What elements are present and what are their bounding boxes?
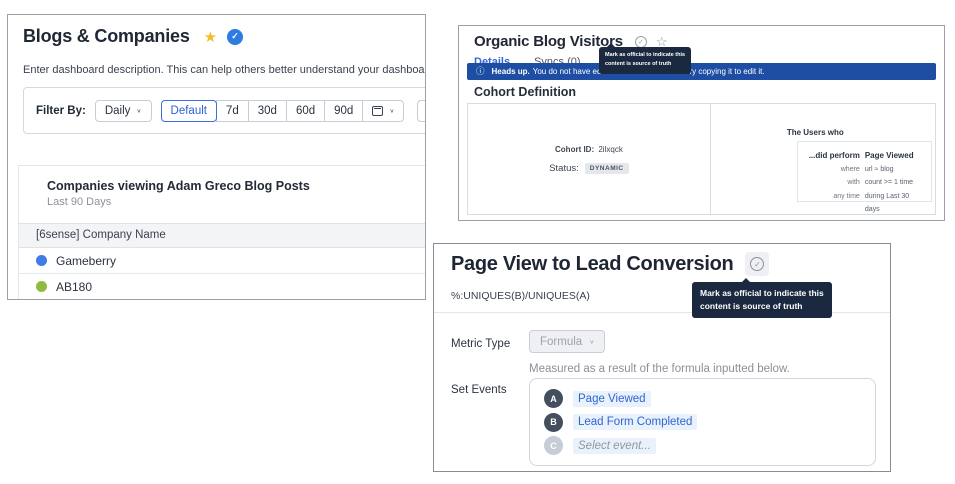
set-events-box: A Page Viewed B Lead Form Completed C Se… xyxy=(529,378,876,466)
cohort-panel: Organic Blog Visitors ✓ ☆ Details Syncs … xyxy=(458,25,945,221)
cohort-definition-box: Cohort ID: 2ilxqck Status: DYNAMIC The U… xyxy=(467,103,936,215)
users-who-label: The Users who xyxy=(787,128,844,137)
rule-label: with xyxy=(804,176,860,189)
official-tooltip: Mark as official to indicate this conten… xyxy=(692,282,832,318)
dashboard-panel: Blogs & Companies ★ ✓ Enter dashboard de… xyxy=(7,14,426,300)
tooltip-line: content is source of truth xyxy=(700,300,824,313)
interval-dropdown-value: Daily xyxy=(105,105,131,117)
event-row-c[interactable]: C Select event... xyxy=(544,436,861,455)
chevron-down-icon: ∨ xyxy=(389,107,394,113)
table-column-header: [6sense] Company Name xyxy=(19,223,425,248)
official-tooltip: Mark as official to indicate this conten… xyxy=(599,47,691,74)
chevron-down-icon: ∨ xyxy=(136,107,141,113)
event-row-a[interactable]: A Page Viewed xyxy=(544,389,861,408)
segment-30d[interactable]: 30d xyxy=(248,100,287,122)
dashboard-description[interactable]: Enter dashboard description. This can he… xyxy=(23,64,426,76)
metric-formula: %:UNIQUES(B)/UNIQUES(A) xyxy=(451,290,590,302)
event-label[interactable]: Page Viewed xyxy=(573,391,651,407)
rule-value: during Last 30 days xyxy=(865,190,925,217)
mark-official-icon[interactable]: ✓ xyxy=(635,36,647,48)
custom-date-button[interactable]: ∨ xyxy=(362,100,404,122)
rule-value: url ≈ blog xyxy=(865,163,925,176)
metric-panel: Page View to Lead Conversion ✓ %:UNIQUES… xyxy=(433,243,891,472)
event-badge-c: C xyxy=(544,436,563,455)
chevron-down-icon: ∨ xyxy=(589,338,594,344)
company-name: Gameberry xyxy=(56,254,116,268)
interval-dropdown[interactable]: Daily ∨ xyxy=(95,100,152,122)
cohort-id-label: Cohort ID: xyxy=(555,145,594,154)
tooltip-line: Mark as official to indicate this xyxy=(605,51,685,60)
rule-label: any time xyxy=(804,190,860,217)
segment-default[interactable]: Default xyxy=(161,100,217,122)
chart-title: Companies viewing Adam Greco Blog Posts xyxy=(47,179,425,193)
cohort-rule-area: The Users who ...did perform Page Viewed… xyxy=(711,104,935,214)
calendar-icon xyxy=(372,106,383,116)
rules-box: ...did perform Page Viewed where url ≈ b… xyxy=(797,141,932,202)
metric-type-label: Metric Type xyxy=(451,338,510,350)
rule-line: any time during Last 30 days xyxy=(804,190,925,217)
filter-by-label: Filter By: xyxy=(36,105,86,117)
rule-value: count >= 1 time xyxy=(865,176,925,189)
chart-subtitle: Last 90 Days xyxy=(47,196,425,208)
set-events-label: Set Events xyxy=(451,384,507,396)
rule-label: ...did perform xyxy=(804,148,860,163)
dashboard-title: Blogs & Companies xyxy=(23,26,190,47)
dashboard-title-row: Blogs & Companies ★ ✓ xyxy=(23,26,243,47)
companies-chart-card: Companies viewing Adam Greco Blog Posts … xyxy=(18,165,426,300)
metric-title-row: Page View to Lead Conversion ✓ xyxy=(451,252,769,276)
event-select-placeholder[interactable]: Select event... xyxy=(573,438,656,454)
rule-line: ...did perform Page Viewed xyxy=(804,148,925,163)
rule-line: where url ≈ blog xyxy=(804,163,925,176)
filter-bar: Filter By: Daily ∨ Default 7d 30d 60d 90… xyxy=(23,87,426,134)
metric-type-help: Measured as a result of the formula inpu… xyxy=(529,363,790,375)
segment-7d[interactable]: 7d xyxy=(216,100,249,122)
cohort-definition-heading: Cohort Definition xyxy=(474,85,576,99)
rule-value: Page Viewed xyxy=(865,148,925,163)
segment-90d[interactable]: 90d xyxy=(324,100,363,122)
series-dot-icon xyxy=(36,281,47,292)
status-row: Status: DYNAMIC xyxy=(549,163,628,174)
tooltip-line: Mark as official to indicate this xyxy=(700,287,824,300)
event-badge-b: B xyxy=(544,413,563,432)
cohort-id-line: Cohort ID: 2ilxqck xyxy=(555,145,623,154)
official-check-badge[interactable]: ✓ xyxy=(227,29,243,45)
cohort-id-value: 2ilxqck xyxy=(598,145,622,154)
mark-official-button[interactable]: ✓ xyxy=(745,252,769,276)
metric-type-dropdown[interactable]: Formula ∨ xyxy=(529,330,605,353)
series-dot-icon xyxy=(36,255,47,266)
chart-card-header: Companies viewing Adam Greco Blog Posts … xyxy=(19,166,425,223)
rule-line: with count >= 1 time xyxy=(804,176,925,189)
project-dropdown[interactable]: Default Project T xyxy=(417,100,426,122)
event-label[interactable]: Lead Form Completed xyxy=(573,414,697,430)
status-label: Status: xyxy=(549,163,579,174)
metric-type-value: Formula xyxy=(540,336,582,348)
segment-60d[interactable]: 60d xyxy=(286,100,325,122)
cohort-meta: Cohort ID: 2ilxqck Status: DYNAMIC xyxy=(468,104,711,214)
status-badge: DYNAMIC xyxy=(585,163,629,174)
tooltip-line: content is source of truth xyxy=(605,60,685,69)
no-edit-access-banner: ⓘ Heads up.You do not have edit access t… xyxy=(467,63,936,80)
table-row[interactable]: Gameberry xyxy=(19,248,425,274)
rule-label: where xyxy=(804,163,860,176)
company-name: AB180 xyxy=(56,280,92,294)
mark-official-icon: ✓ xyxy=(750,257,764,271)
table-row[interactable]: AB180 xyxy=(19,274,425,300)
date-range-segments: Default 7d 30d 60d 90d ∨ xyxy=(161,100,405,122)
event-row-b[interactable]: B Lead Form Completed xyxy=(544,413,861,432)
event-badge-a: A xyxy=(544,389,563,408)
metric-title: Page View to Lead Conversion xyxy=(451,253,733,276)
banner-heads-up: Heads up. xyxy=(492,67,530,76)
info-icon: ⓘ xyxy=(476,67,485,76)
favorite-star-icon[interactable]: ★ xyxy=(204,28,217,46)
